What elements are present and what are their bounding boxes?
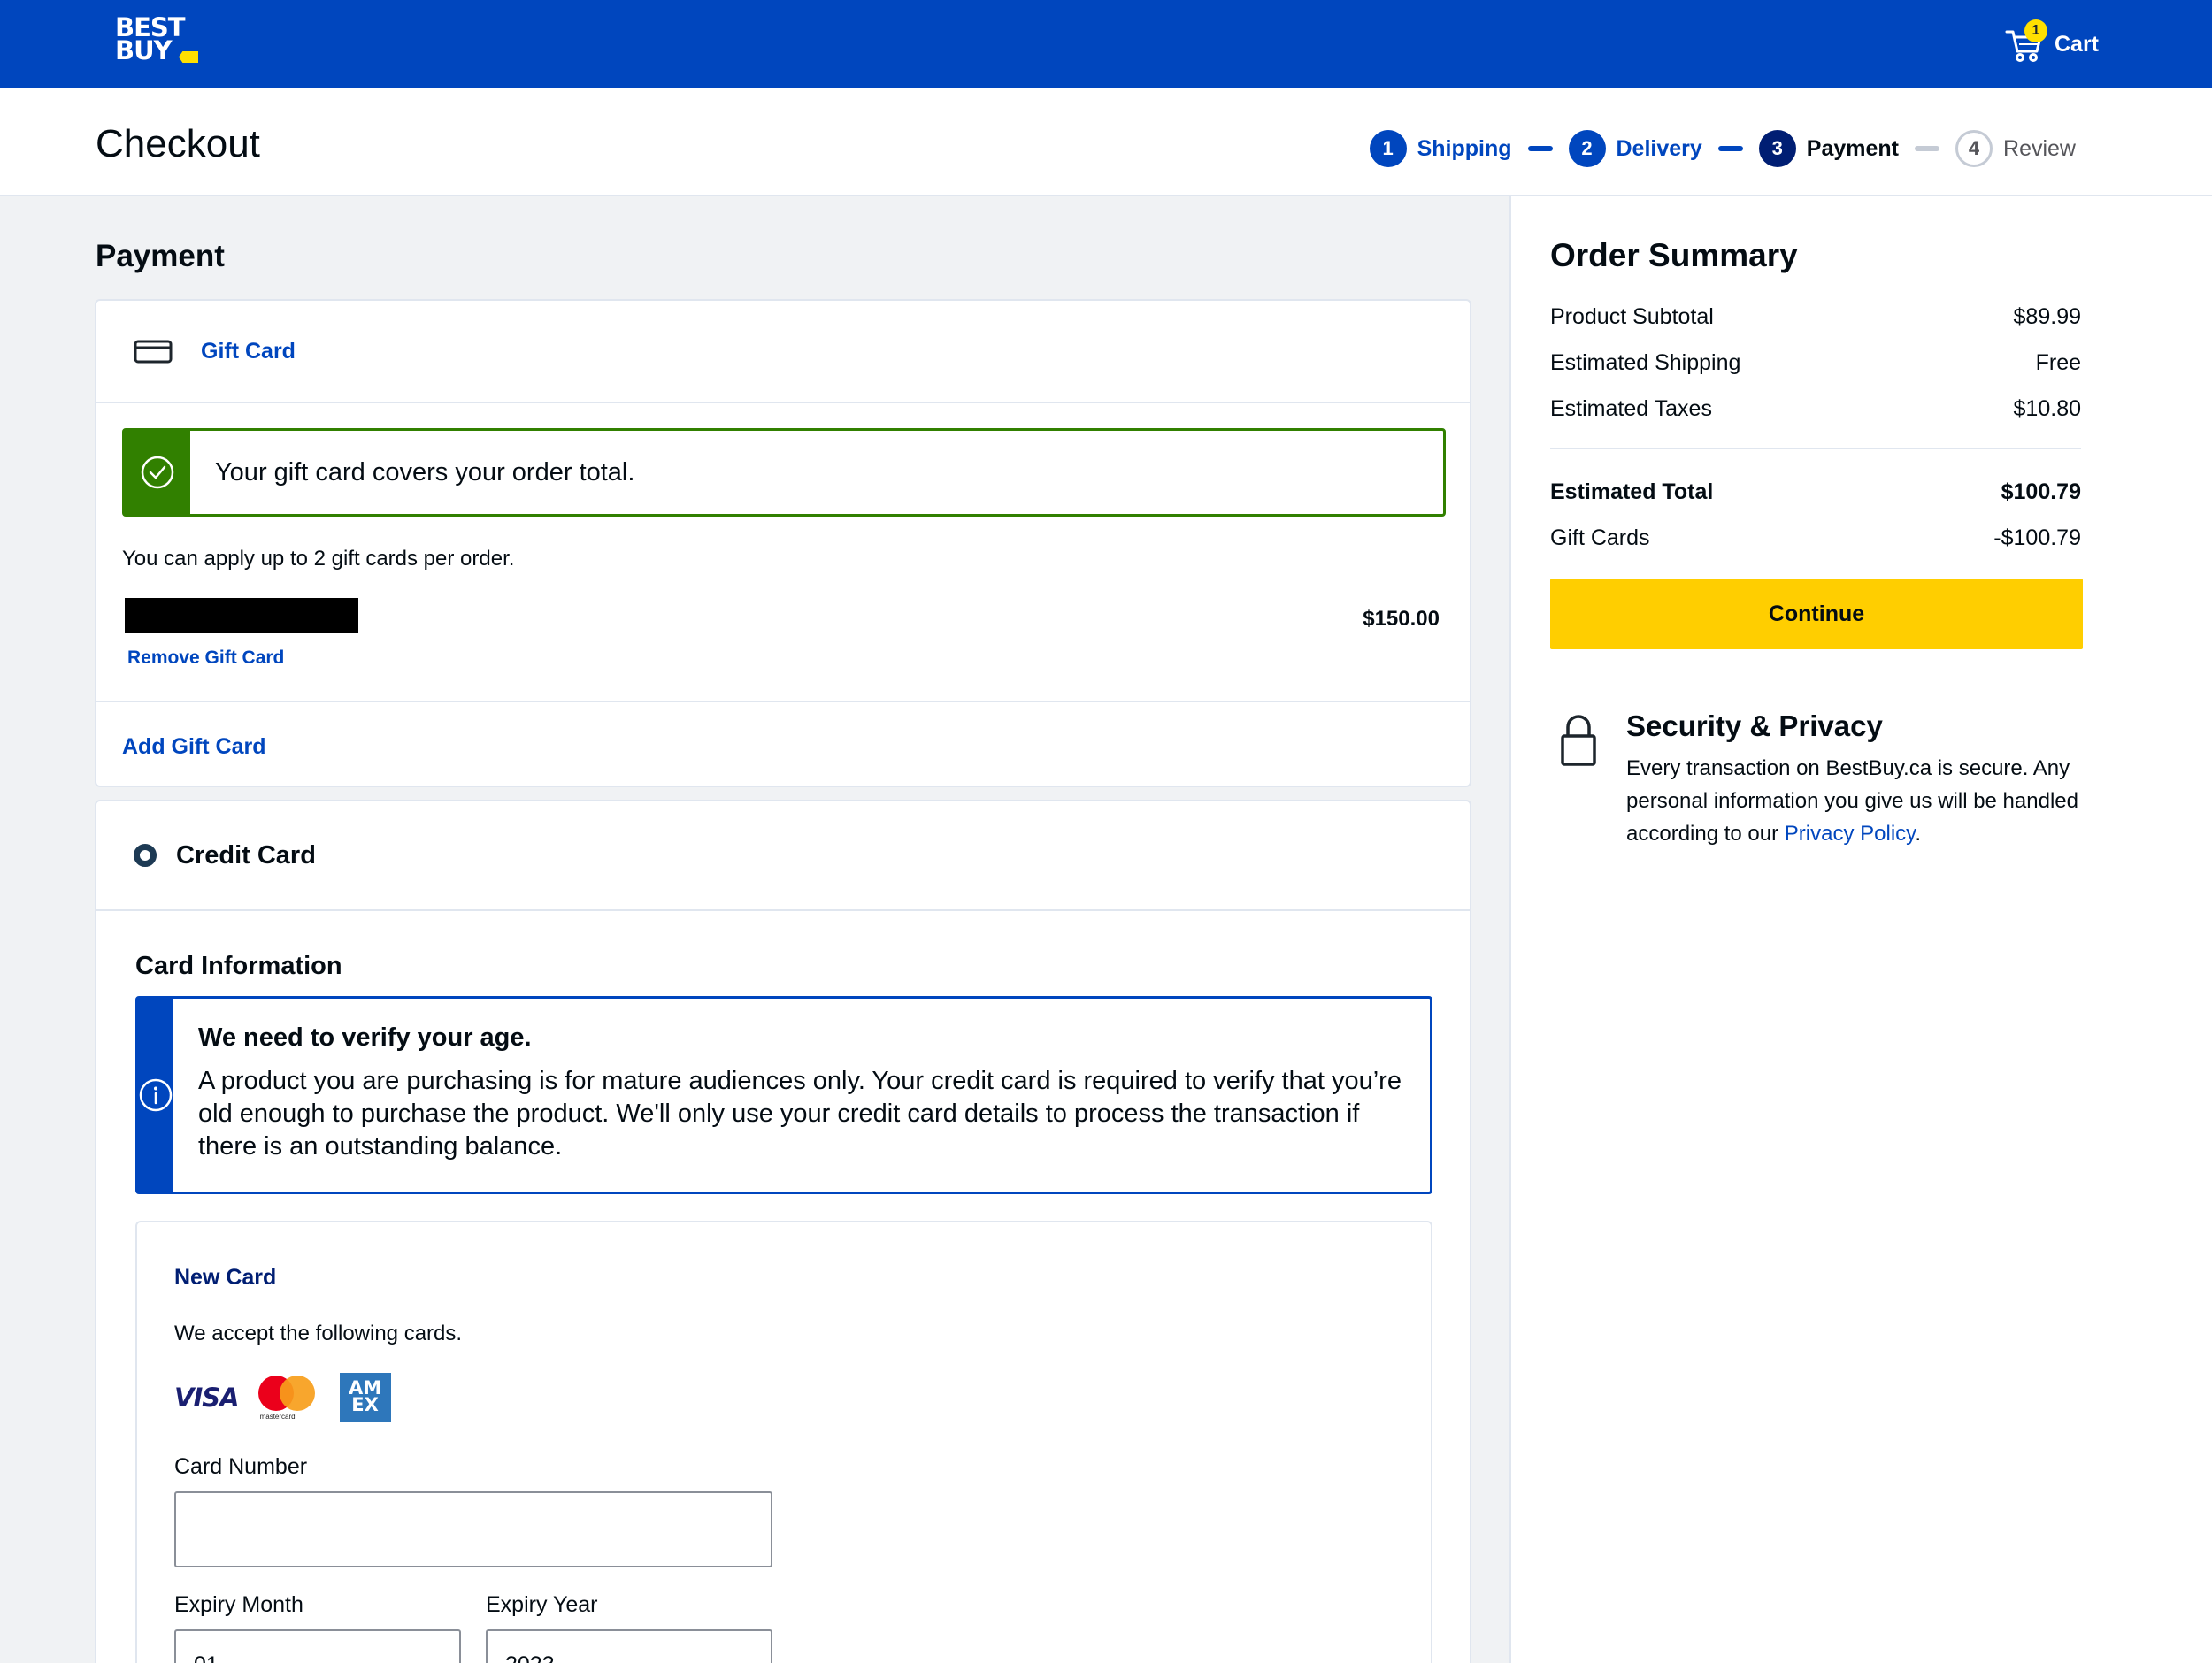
info-bar — [138, 999, 173, 1192]
logo-tag-icon — [179, 51, 198, 63]
notice-body: We need to verify your age. A product yo… — [173, 999, 1430, 1192]
step-label: Payment — [1806, 135, 1900, 161]
cart-icon: 1 — [2005, 19, 2047, 64]
credit-card-panel: Credit Card Card Information We need to … — [95, 800, 1471, 1663]
summary-row-subtotal: Product Subtotal $89.99 — [1550, 304, 2081, 330]
cart-label: Cart — [2054, 31, 2099, 57]
amex-line-2: EX — [351, 1394, 379, 1415]
payment-title: Payment — [96, 239, 225, 273]
expiry-month-select[interactable]: 01 — [174, 1629, 461, 1663]
age-verification-notice: We need to verify your age. A product yo… — [135, 996, 1432, 1194]
gift-cards-label: Gift Cards — [1550, 525, 1650, 550]
mastercard-wordmark: mastercard — [259, 1413, 296, 1421]
step-shipping[interactable]: 1 Shipping — [1369, 130, 1512, 167]
remove-gift-card-link[interactable]: Remove Gift Card — [127, 648, 284, 669]
expiry-month-value: 01 — [194, 1652, 219, 1663]
step-label: Review — [2003, 135, 2076, 161]
expiry-year-value: 2023 — [505, 1652, 555, 1663]
new-card-form: New Card We accept the following cards. … — [135, 1221, 1432, 1663]
expiry-year-label: Expiry Year — [486, 1592, 598, 1617]
success-message: Your gift card covers your order total. — [215, 457, 635, 487]
order-summary: Order Summary Product Subtotal $89.99 Es… — [1509, 196, 2212, 1663]
notice-text: A product you are purchasing is for matu… — [198, 1067, 1402, 1161]
step-review: 4 Review — [1955, 130, 2076, 167]
summary-value: $10.80 — [2013, 396, 2081, 421]
summary-value: $89.99 — [2013, 304, 2081, 329]
cart-button[interactable]: 1 Cart — [2005, 19, 2099, 69]
payment-column: Payment Gift Card Your gift card covers … — [0, 196, 1509, 1663]
card-number-input[interactable] — [174, 1491, 772, 1567]
step-number: 2 — [1568, 130, 1606, 167]
redacted-gift-card-number — [125, 598, 358, 633]
summary-row-taxes: Estimated Taxes $10.80 — [1550, 396, 2081, 422]
lock-icon — [1561, 713, 1596, 768]
bestbuy-logo[interactable]: BEST BUY — [115, 15, 199, 65]
new-card-title: New Card — [174, 1265, 277, 1290]
summary-label: Estimated Shipping — [1550, 350, 1741, 375]
step-connector — [1527, 146, 1553, 151]
total-label: Estimated Total — [1550, 479, 1714, 504]
step-payment: 3 Payment — [1758, 130, 1900, 167]
security-end: . — [1915, 822, 1922, 846]
step-number: 3 — [1758, 130, 1796, 167]
card-number-label: Card Number — [174, 1454, 308, 1479]
summary-row-gift-cards: Gift Cards -$100.79 — [1550, 525, 2081, 551]
summary-label: Estimated Taxes — [1550, 396, 1712, 421]
step-number: 4 — [1955, 130, 1993, 167]
total-value: $100.79 — [2001, 479, 2081, 504]
info-icon — [139, 1078, 173, 1112]
privacy-policy-link[interactable]: Privacy Policy — [1785, 822, 1916, 846]
gift-cards-value: -$100.79 — [1993, 525, 2081, 550]
divider — [1550, 448, 2081, 449]
mastercard-logo: mastercard — [257, 1374, 317, 1422]
credit-card-radio[interactable] — [134, 844, 157, 867]
gift-card-header[interactable]: Gift Card — [96, 301, 1470, 403]
continue-button[interactable]: Continue — [1550, 579, 2083, 649]
summary-value: Free — [2035, 350, 2081, 375]
step-connector — [1915, 146, 1940, 151]
credit-card-option[interactable]: Credit Card — [96, 801, 1470, 911]
gift-card-limit-note: You can apply up to 2 gift cards per ord… — [122, 547, 515, 571]
page-title: Checkout — [96, 122, 260, 165]
summary-label: Product Subtotal — [1550, 304, 1714, 329]
amex-logo: AM EX — [339, 1373, 391, 1422]
checkout-steps: 1 Shipping 2 Delivery 3 Payment 4 Review — [1369, 129, 2076, 168]
add-gift-card-link[interactable]: Add Gift Card — [122, 734, 266, 760]
visa-logo: VISA — [174, 1383, 240, 1413]
step-connector — [1717, 146, 1743, 151]
expiry-month-label: Expiry Month — [174, 1592, 303, 1617]
success-bar — [125, 431, 190, 514]
summary-row-total: Estimated Total $100.79 — [1550, 479, 2081, 505]
order-summary-title: Order Summary — [1550, 237, 1798, 273]
step-number: 1 — [1369, 130, 1407, 167]
accepted-card-logos: VISA mastercard AM EX — [174, 1373, 391, 1422]
top-bar: BEST BUY 1 Cart — [0, 0, 2212, 88]
credit-card-label: Credit Card — [176, 840, 316, 870]
check-circle-icon — [141, 456, 174, 489]
notice-title: We need to verify your age. — [198, 1023, 532, 1052]
security-text: Every transaction on BestBuy.ca is secur… — [1626, 752, 2122, 850]
expiry-year-select[interactable]: 2023 — [486, 1629, 772, 1663]
gift-card-label: Gift Card — [201, 338, 296, 364]
card-information-title: Card Information — [135, 952, 342, 980]
security-title: Security & Privacy — [1626, 709, 1883, 742]
gift-card-success-alert: Your gift card covers your order total. — [122, 428, 1446, 517]
gift-card-icon — [134, 338, 174, 364]
accepted-cards-text: We accept the following cards. — [174, 1322, 463, 1345]
gift-card-panel: Gift Card Your gift card covers your ord… — [95, 299, 1471, 787]
checkout-header: Checkout 1 Shipping 2 Delivery 3 Payment… — [0, 88, 2212, 196]
cart-count-badge: 1 — [2024, 19, 2047, 42]
gift-card-amount: $150.00 — [1363, 607, 1440, 631]
step-delivery[interactable]: 2 Delivery — [1568, 130, 1702, 167]
summary-row-shipping: Estimated Shipping Free — [1550, 350, 2081, 376]
step-label: Shipping — [1417, 135, 1512, 161]
step-label: Delivery — [1616, 135, 1702, 161]
divider — [96, 701, 1470, 702]
